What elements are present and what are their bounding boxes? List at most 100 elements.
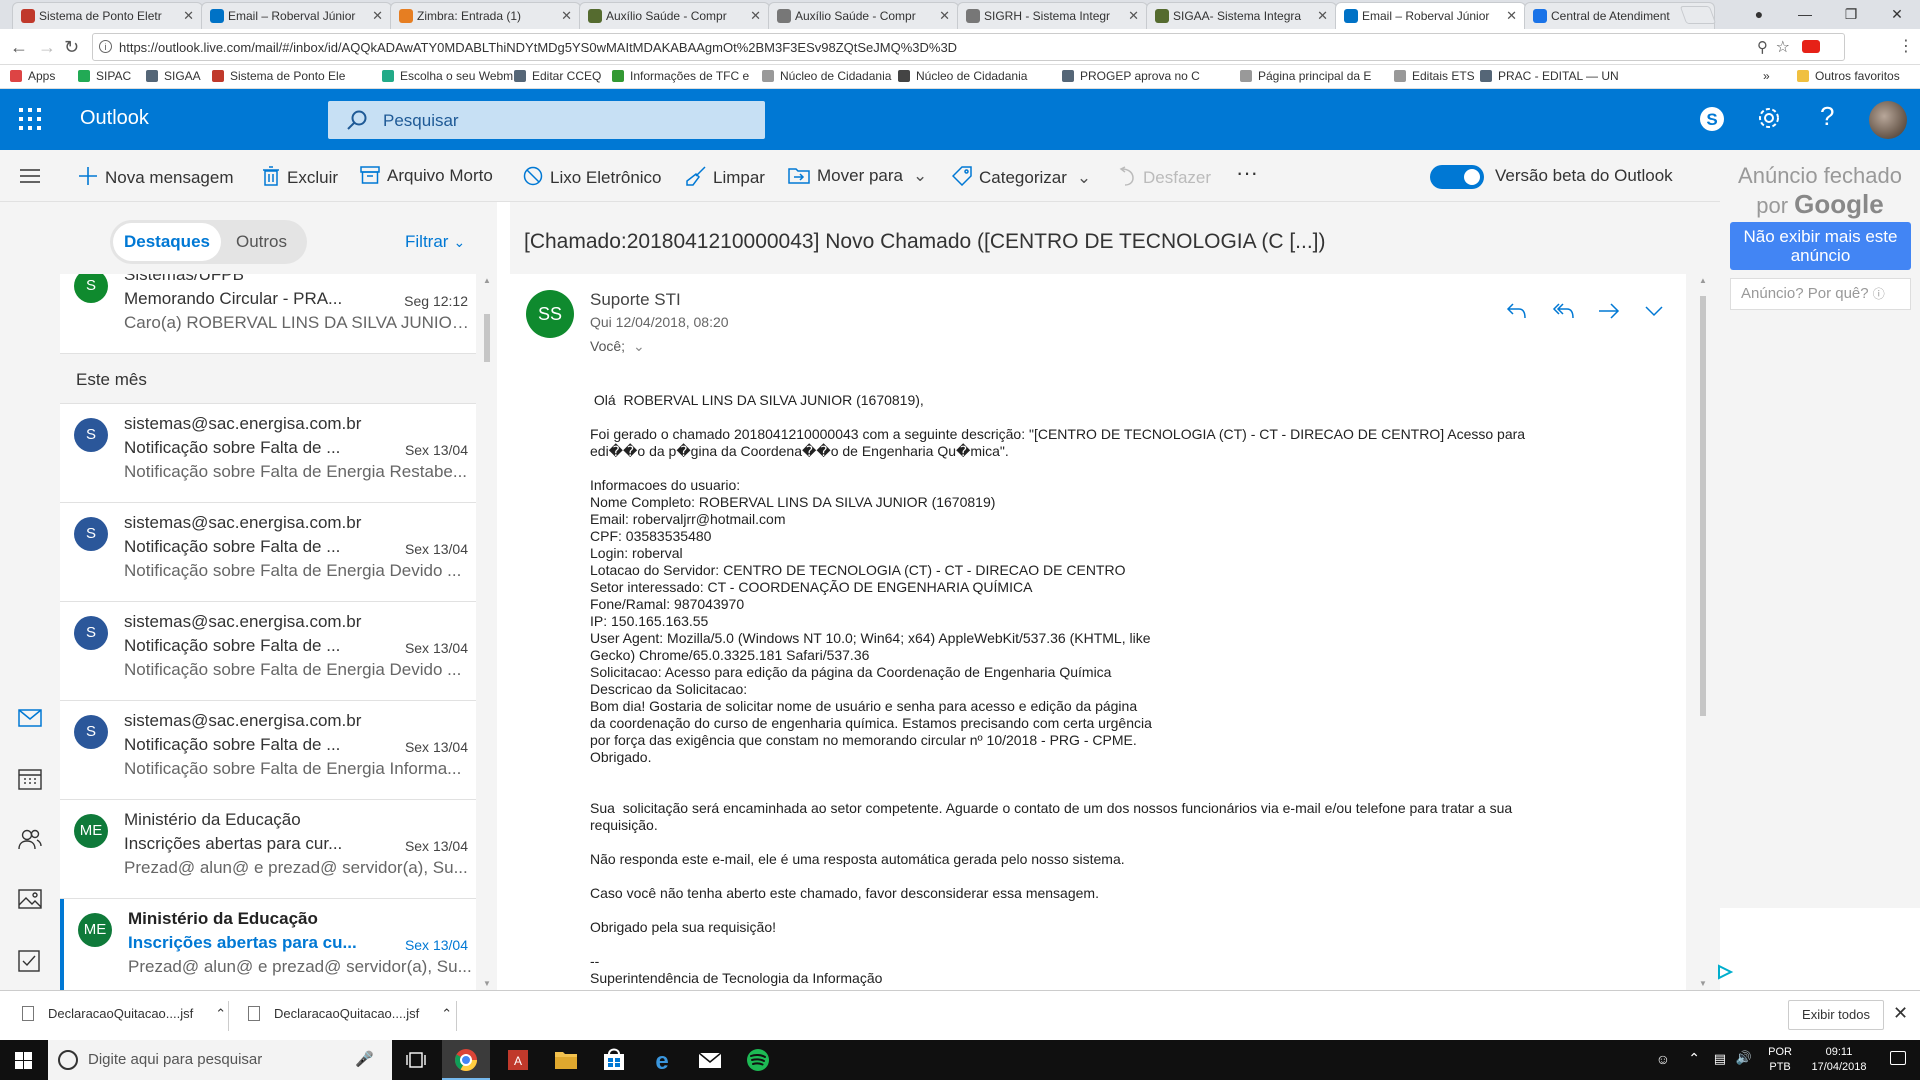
adchoices-icon[interactable] xyxy=(1716,964,1734,980)
message-item[interactable]: ME Ministério da Educação Inscrições abert… xyxy=(60,899,476,990)
tab-close-icon[interactable]: ✕ xyxy=(750,3,761,29)
menu-icon[interactable]: ⋮ xyxy=(1898,36,1914,56)
message-avatar[interactable]: S xyxy=(74,274,108,303)
volume-icon[interactable]: 🔊 xyxy=(1736,1050,1752,1066)
message-item[interactable]: ME Ministério da Educação Inscrições abert… xyxy=(60,800,476,899)
skype-icon[interactable]: S xyxy=(1698,105,1726,133)
browser-tab[interactable]: SIGAA- Sistema Integra ✕ xyxy=(1146,2,1337,29)
sender-avatar[interactable]: SS xyxy=(526,290,574,338)
close-window-button[interactable]: ✕ xyxy=(1874,0,1920,29)
chevron-up-icon[interactable]: ⌃ xyxy=(441,1006,452,1021)
browser-tab[interactable]: Email – Roberval Júnior ✕ xyxy=(1335,2,1526,29)
list-scrollbar[interactable]: ▲ ▼ xyxy=(480,274,494,990)
edge-taskbar-icon[interactable]: e xyxy=(638,1040,686,1080)
bookmark-item[interactable]: Núcleo de Cidadania xyxy=(762,69,891,83)
scroll-up-arrow[interactable]: ▲ xyxy=(1699,276,1707,285)
tab-focused[interactable]: Destaques xyxy=(113,223,221,261)
message-item[interactable]: Ssistemas@sac.energisa.com.br Notificação… xyxy=(60,701,476,800)
task-view-icon[interactable] xyxy=(406,1052,426,1068)
taskbar-search[interactable]: Digite aqui para pesquisar 🎤 xyxy=(48,1040,392,1080)
new-tab-button[interactable] xyxy=(1679,6,1717,24)
message-avatar[interactable]: S xyxy=(74,616,108,650)
microphone-icon[interactable]: 🎤 xyxy=(355,1050,374,1068)
scroll-thumb[interactable] xyxy=(1700,296,1706,716)
url-text[interactable]: https://outlook.live.com/mail/#/inbox/id… xyxy=(119,40,957,55)
undo-button[interactable]: Desfazer xyxy=(1116,166,1211,188)
bookmarks-overflow[interactable]: » xyxy=(1763,69,1770,83)
more-actions-chevron-icon[interactable] xyxy=(1644,304,1664,318)
bookmark-item[interactable]: Editais ETS xyxy=(1394,69,1475,83)
beta-toggle[interactable] xyxy=(1430,165,1484,189)
tasks-icon[interactable] xyxy=(18,950,42,972)
clock[interactable]: 09:11 17/04/2018 xyxy=(1806,1045,1872,1075)
sweep-button[interactable]: Limpar xyxy=(686,166,765,188)
bookmark-item[interactable]: SIGAA xyxy=(146,69,201,83)
scroll-down-arrow[interactable]: ▼ xyxy=(483,979,491,988)
reply-icon[interactable] xyxy=(1506,302,1528,320)
scroll-thumb[interactable] xyxy=(484,314,490,362)
chevron-up-icon[interactable]: ⌃ xyxy=(1688,1050,1700,1067)
browser-tab[interactable]: Zimbra: Entrada (1) ✕ xyxy=(390,2,581,29)
back-button[interactable]: ← xyxy=(10,37,28,58)
mail-taskbar-icon[interactable] xyxy=(686,1040,734,1080)
message-item[interactable]: S Sistemas/UFPB Memorando Circular - PRA..… xyxy=(60,274,476,354)
app-launcher-icon[interactable] xyxy=(19,108,41,130)
user-avatar[interactable] xyxy=(1869,101,1907,139)
minimize-button[interactable]: — xyxy=(1782,0,1828,29)
junk-button[interactable]: Lixo Eletrônico xyxy=(523,166,662,188)
settings-gear-icon[interactable] xyxy=(1755,104,1783,132)
bookmark-item[interactable]: Editar CCEQ xyxy=(514,69,601,83)
more-commands-button[interactable]: ··· xyxy=(1236,160,1258,186)
bookmark-item[interactable]: Apps xyxy=(10,69,55,83)
bookmark-item[interactable]: Sistema de Ponto Ele xyxy=(212,69,345,83)
omnibox[interactable]: i https://outlook.live.com/mail/#/inbox/… xyxy=(92,33,1845,61)
message-item[interactable]: Ssistemas@sac.energisa.com.br Notificação… xyxy=(60,503,476,602)
search-box[interactable]: Pesquisar xyxy=(328,101,765,139)
browser-tab[interactable]: Email – Roberval Júnior ✕ xyxy=(201,2,392,29)
extension-icon[interactable] xyxy=(1802,40,1820,53)
bookmark-item[interactable]: SIPAC xyxy=(78,69,131,83)
download-item[interactable]: DeclaracaoQuitacao....jsf ⌃ xyxy=(248,1006,452,1022)
archive-button[interactable]: Arquivo Morto xyxy=(360,166,493,186)
calendar-icon[interactable] xyxy=(18,768,42,790)
keyboard-language[interactable]: POR PTB xyxy=(1768,1045,1792,1075)
chevron-down-icon[interactable]: ⌄ xyxy=(633,338,645,354)
acrobat-taskbar-icon[interactable]: A xyxy=(494,1040,542,1080)
message-item[interactable]: Ssistemas@sac.energisa.com.br Notificação… xyxy=(60,602,476,701)
stop-seeing-ad-button[interactable]: Não exibir mais este anúncio xyxy=(1730,222,1911,270)
tab-close-icon[interactable]: ✕ xyxy=(1506,3,1517,29)
hamburger-icon[interactable] xyxy=(20,168,40,184)
browser-tab[interactable]: Auxílio Saúde - Compr ✕ xyxy=(768,2,959,29)
tab-close-icon[interactable]: ✕ xyxy=(561,3,572,29)
reply-all-icon[interactable] xyxy=(1552,302,1576,320)
profile-icon[interactable]: ● xyxy=(1736,0,1782,29)
reading-scrollbar[interactable]: ▲ ▼ xyxy=(1696,274,1710,990)
other-bookmarks[interactable]: Outros favoritos xyxy=(1797,69,1900,83)
people-icon[interactable]: ☺ xyxy=(1656,1051,1670,1067)
windows-start-icon[interactable] xyxy=(15,1052,32,1069)
filter-button[interactable]: Filtrar ⌄ xyxy=(405,232,465,252)
sender-name[interactable]: Suporte STI xyxy=(590,290,681,310)
star-icon[interactable]: ☆ xyxy=(1776,37,1790,57)
tab-other[interactable]: Outros xyxy=(236,220,287,264)
spotify-taskbar-icon[interactable] xyxy=(734,1040,782,1080)
notifications-icon[interactable] xyxy=(1890,1051,1906,1065)
download-item[interactable]: DeclaracaoQuitacao....jsf ⌃ xyxy=(22,1006,226,1022)
browser-tab[interactable]: Sistema de Ponto Eletr ✕ xyxy=(12,2,203,29)
browser-tab[interactable]: SIGRH - Sistema Integr ✕ xyxy=(957,2,1148,29)
store-taskbar-icon[interactable] xyxy=(590,1040,638,1080)
zoom-icon[interactable]: ⚲ xyxy=(1757,38,1768,56)
show-all-downloads-button[interactable]: Exibir todos xyxy=(1788,1000,1884,1030)
chevron-up-icon[interactable]: ⌃ xyxy=(215,1006,226,1021)
file-explorer-taskbar-icon[interactable] xyxy=(542,1040,590,1080)
categorize-button[interactable]: Categorizar ⌄ xyxy=(952,166,1091,188)
tab-close-icon[interactable]: ✕ xyxy=(939,3,950,29)
forward-icon[interactable] xyxy=(1598,302,1620,320)
people-icon[interactable] xyxy=(18,828,42,850)
tab-close-icon[interactable]: ✕ xyxy=(183,3,194,29)
reload-button[interactable]: ↻ xyxy=(64,37,79,58)
message-avatar[interactable]: ME xyxy=(78,913,112,947)
help-icon[interactable]: ? xyxy=(1820,101,1834,132)
message-avatar[interactable]: S xyxy=(74,418,108,452)
photos-icon[interactable] xyxy=(18,889,42,909)
